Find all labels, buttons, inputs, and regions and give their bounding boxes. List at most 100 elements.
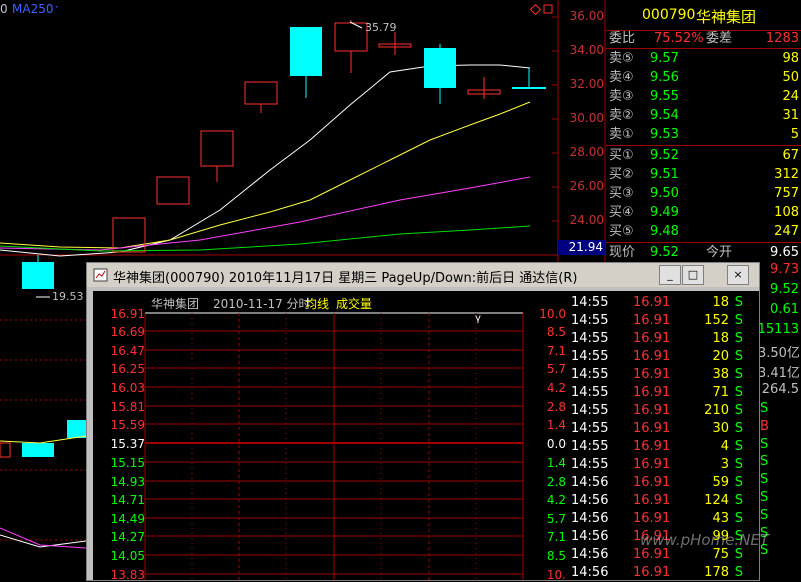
trade-price: 16.91 [633, 565, 671, 580]
trade-vol: 59 [712, 475, 729, 490]
buy-price: 9.51 [650, 167, 679, 182]
trade-time: 14:55 [571, 295, 609, 310]
price-level: 15.37 [110, 437, 145, 451]
svg-text:γ: γ [475, 313, 481, 324]
trade-price: 16.91 [633, 421, 671, 436]
trade-side: S [734, 385, 743, 400]
trade-vol: 210 [704, 403, 729, 418]
price-level: 16.25 [110, 362, 145, 376]
ma-indicator-dot: · [55, 0, 59, 14]
intraday-grid: γ [144, 312, 524, 580]
trade-time: 14:55 [571, 421, 609, 436]
price-level: 14.49 [110, 512, 145, 526]
app-icon [93, 268, 108, 282]
maximize-button[interactable]: □ [682, 265, 704, 285]
price-level: 16.91 [110, 307, 145, 321]
ma-indicator-label[interactable]: MA250 [12, 2, 53, 16]
side-side: S [760, 489, 769, 505]
price-level: 16.03 [110, 381, 145, 395]
trade-side: S [734, 367, 743, 382]
buy-price: 9.52 [650, 148, 679, 163]
trade-side: S [734, 565, 743, 580]
dialog-titlebar[interactable]: 华神集团(000790) 2010年11月17日 星期三 PageUp/Down… [87, 263, 759, 287]
table-row: 14:56 16.91 59 S [567, 474, 759, 492]
price-level: 16.47 [110, 344, 145, 358]
buy-vol: 757 [774, 186, 799, 201]
trade-price: 16.91 [633, 403, 671, 418]
high-marker: 35.79 [365, 21, 397, 34]
price-level: 15.81 [110, 400, 145, 414]
side-value: 264.5 [761, 382, 799, 397]
trade-time: 14:56 [571, 511, 609, 526]
y-label: 32.00 [569, 77, 604, 91]
table-row: 14:55 16.91 71 S [567, 384, 759, 402]
trade-time: 14:55 [571, 349, 609, 364]
table-row: 14:55 16.91 210 S [567, 402, 759, 420]
sell-label: 卖③ [609, 89, 634, 104]
trade-vol: 18 [712, 295, 729, 310]
trade-time: 14:55 [571, 403, 609, 418]
table-row: 14:55 16.91 20 S [567, 348, 759, 366]
xianjia-value: 9.52 [650, 245, 679, 260]
trade-side: S [734, 475, 743, 490]
sell-vol: 31 [782, 108, 799, 123]
trade-price: 16.91 [633, 493, 671, 508]
table-row: 14:55 16.91 4 S [567, 438, 759, 456]
buy-label: 买⑤ [609, 224, 634, 239]
trade-side: S [734, 403, 743, 418]
trade-vol: 30 [712, 421, 729, 436]
sell-label: 卖① [609, 127, 634, 142]
trade-vol: 124 [704, 493, 729, 508]
trade-time: 14:56 [571, 565, 609, 580]
price-level: 16.69 [110, 325, 145, 339]
stock-name: 华神集团 [696, 8, 757, 26]
sell-price: 9.56 [650, 70, 679, 85]
table-row: 14:56 16.91 178 S [567, 564, 759, 582]
table-row: 14:55 16.91 38 S [567, 366, 759, 384]
trade-side: S [734, 421, 743, 436]
sell-price: 9.53 [650, 127, 679, 142]
trade-time: 14:55 [571, 331, 609, 346]
trade-time: 14:55 [571, 439, 609, 454]
side-value: 15113 [757, 322, 799, 337]
trade-price: 16.91 [633, 331, 671, 346]
side-side: S [760, 507, 769, 523]
weicha-label: 委差 [706, 31, 733, 46]
trade-time: 14:56 [571, 475, 609, 490]
buy-label: 买① [609, 148, 634, 163]
trade-price: 16.91 [633, 475, 671, 490]
price-level: 14.27 [110, 530, 145, 544]
trade-vol: 3 [720, 457, 729, 472]
trade-vol: 43 [712, 511, 729, 526]
y-label: 36.00 [569, 9, 604, 23]
stock-code: 000790 [642, 7, 696, 23]
buy-price: 9.48 [650, 224, 679, 239]
jinkai-label: 今开 [706, 245, 733, 260]
side-value: 9.73 [770, 262, 799, 277]
side-value: 3.50亿 [758, 346, 799, 361]
quote-panel: 000790 华神集团 委比 75.52% 委差 1283 卖⑤ 9.57 98 卖… [606, 0, 801, 270]
side-side: S [760, 436, 769, 452]
trade-price: 16.91 [633, 385, 671, 400]
minimize-button[interactable]: _ [659, 265, 681, 285]
trade-side: S [734, 439, 743, 454]
trade-vol: 152 [704, 313, 729, 328]
trade-vol: 71 [712, 385, 729, 400]
trade-vol: 18 [712, 331, 729, 346]
buy-label: 买④ [609, 205, 634, 220]
sell-vol: 5 [790, 127, 799, 142]
trade-time: 14:55 [571, 385, 609, 400]
trade-side: S [734, 493, 743, 508]
buy-label: 买③ [609, 186, 634, 201]
price-level: 15.15 [110, 456, 145, 470]
trade-price: 16.91 [633, 367, 671, 382]
sell-price: 9.57 [650, 51, 679, 66]
close-button[interactable]: × [727, 265, 749, 285]
side-trade-strip: S B S S S S S S S [760, 400, 800, 579]
trade-time: 14:56 [571, 547, 609, 562]
price-level: 14.05 [110, 549, 145, 563]
side-value: 0.61 [770, 302, 799, 317]
trade-price: 16.91 [633, 349, 671, 364]
candles [22, 20, 546, 289]
buy-price: 9.50 [650, 186, 679, 201]
